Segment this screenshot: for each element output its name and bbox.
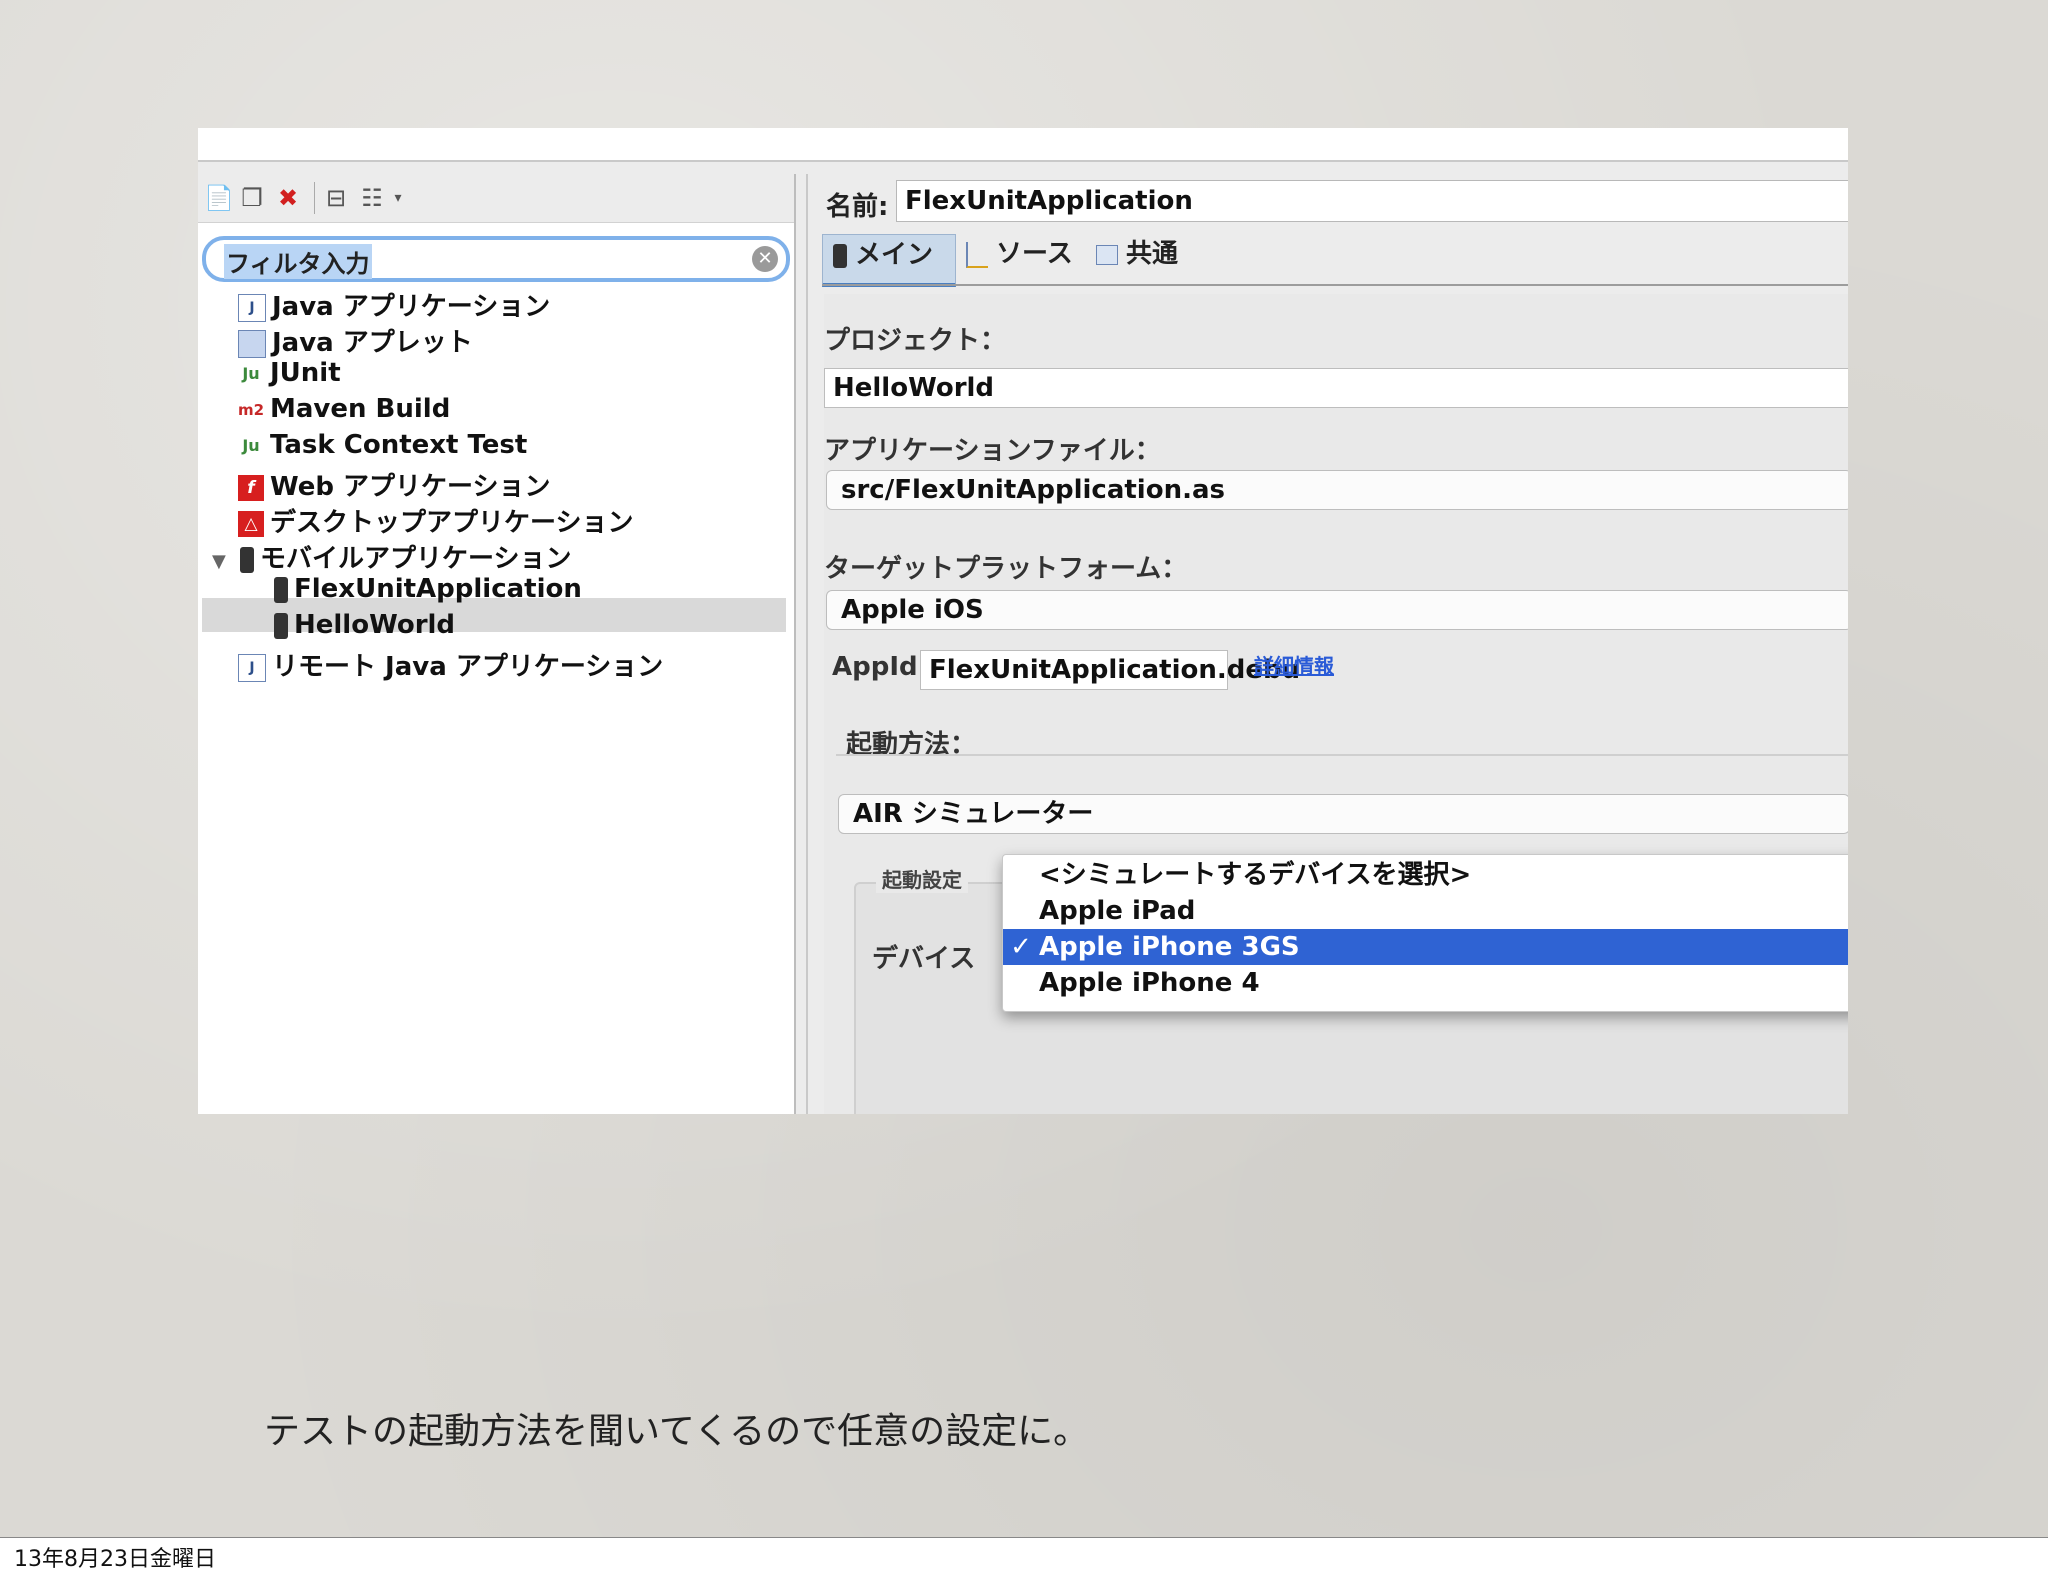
tree-item-junit[interactable]: Ju JUnit <box>238 358 340 392</box>
launch-configurations-screenshot: 📄 ❐ ✖ ⊟ ☷ ▾ フィルタ入力 ✕ J Java アプリケーション Java… <box>198 128 1848 1114</box>
footer-date: 13年8月23日金曜日 <box>14 1547 216 1572</box>
mobile-device-icon <box>833 243 847 268</box>
device-label: デバイス <box>872 944 976 974</box>
mobile-device-icon <box>274 612 288 639</box>
tree-item-flexunitapplication[interactable]: FlexUnitApplication <box>274 574 582 608</box>
tree-item-mobile-application[interactable]: ▼ モバイルアプリケーション <box>212 538 571 574</box>
tree-item-task-context-test[interactable]: Ju Task Context Test <box>238 430 527 464</box>
target-platform-label: ターゲットプラットフォーム： <box>824 554 1188 584</box>
mobile-device-icon <box>240 546 254 573</box>
target-platform-select[interactable]: Apple iOS <box>826 590 1848 630</box>
tree-item-java-application[interactable]: J Java アプリケーション <box>238 286 550 322</box>
task-context-icon: Ju <box>242 435 260 455</box>
filter-input-text[interactable]: フィルタ入力 <box>224 244 372 279</box>
duplicate-config-icon[interactable]: ❐ <box>238 184 266 212</box>
expand-triangle-icon[interactable]: ▼ <box>212 551 234 572</box>
common-icon <box>1096 244 1118 265</box>
chevron-down-icon[interactable]: ▾ <box>384 184 412 212</box>
tree-item-helloworld[interactable]: HelloWorld <box>274 610 455 644</box>
appid-input[interactable]: FlexUnitApplication.debu <box>920 650 1300 690</box>
maven-icon: m2 <box>238 400 265 419</box>
name-input[interactable]: FlexUnitApplication <box>896 180 1848 222</box>
tree-item-java-applet[interactable]: Java アプレット <box>238 322 473 358</box>
tab-divider <box>822 284 1848 286</box>
filter-search-field[interactable]: フィルタ入力 ✕ <box>202 236 790 282</box>
filter-config-icon[interactable]: ☷ <box>358 184 386 212</box>
device-option-placeholder[interactable]: <シミュレートするデバイスを選択> <box>1003 857 1848 893</box>
tree-item-maven-build[interactable]: m2 Maven Build <box>238 394 450 428</box>
slide-caption: テストの起動方法を聞いてくるので任意の設定に。 <box>264 1411 1090 1452</box>
air-icon: △ <box>238 510 264 537</box>
launch-config-list-pane: 📄 ❐ ✖ ⊟ ☷ ▾ フィルタ入力 ✕ J Java アプリケーション Java… <box>198 174 796 1114</box>
footer-strip <box>0 1537 2048 1577</box>
appid-label: AppId <box>832 652 918 682</box>
applet-icon <box>238 329 266 358</box>
window-top-bar <box>198 128 1848 162</box>
config-toolbar: 📄 ❐ ✖ ⊟ ☷ ▾ <box>198 174 794 223</box>
tree-item-desktop-application[interactable]: △ デスクトップアプリケーション <box>238 502 633 538</box>
junit-icon: Ju <box>242 363 260 383</box>
device-dropdown-menu[interactable]: <シミュレートするデバイスを選択> Apple iPad ✓ Apple iPho… <box>1002 854 1848 1012</box>
flash-icon: f <box>238 474 264 501</box>
tree-item-web-application[interactable]: f Web アプリケーション <box>238 466 551 502</box>
toolbar-divider <box>314 182 315 214</box>
java-app-icon: J <box>238 293 266 322</box>
project-label: プロジェクト： <box>824 326 1007 356</box>
application-file-select[interactable]: src/FlexUnitApplication.as <box>826 470 1848 510</box>
tab-main[interactable]: メイン <box>822 234 956 287</box>
launch-method-select[interactable]: AIR シミュレーター <box>838 794 1848 834</box>
device-option-ipad[interactable]: Apple iPad <box>1003 893 1848 929</box>
source-icon <box>966 241 988 268</box>
tree-item-remote-java-application[interactable]: J リモート Java アプリケーション <box>238 646 663 682</box>
mobile-device-icon <box>274 576 288 603</box>
device-option-iphone-3gs[interactable]: ✓ Apple iPhone 3GS <box>1003 929 1848 965</box>
tab-source[interactable]: ソース <box>956 234 1084 282</box>
launch-config-editor-pane: 名前: FlexUnitApplication メイン ソース 共通 プロジェク… <box>806 174 1848 1114</box>
device-option-iphone-4[interactable]: Apple iPhone 4 <box>1003 965 1848 1001</box>
remote-java-icon: J <box>238 653 266 682</box>
project-input[interactable]: HelloWorld <box>824 368 1848 408</box>
launch-method-divider <box>836 754 1848 756</box>
clear-filter-icon[interactable]: ✕ <box>752 246 778 272</box>
tab-common[interactable]: 共通 <box>1086 234 1190 282</box>
delete-config-icon[interactable]: ✖ <box>274 184 302 212</box>
collapse-all-icon[interactable]: ⊟ <box>322 184 350 212</box>
checkmark-icon: ✓ <box>1010 932 1032 962</box>
name-label: 名前: <box>826 192 889 222</box>
new-config-icon[interactable]: 📄 <box>204 184 234 212</box>
application-file-label: アプリケーションファイル： <box>824 436 1161 466</box>
launch-settings-label: 起動設定 <box>876 864 968 893</box>
main-tab-panel: プロジェクト： HelloWorld アプリケーションファイル： src/Fle… <box>824 294 1848 1114</box>
details-link[interactable]: 詳細情報 <box>1254 650 1334 679</box>
